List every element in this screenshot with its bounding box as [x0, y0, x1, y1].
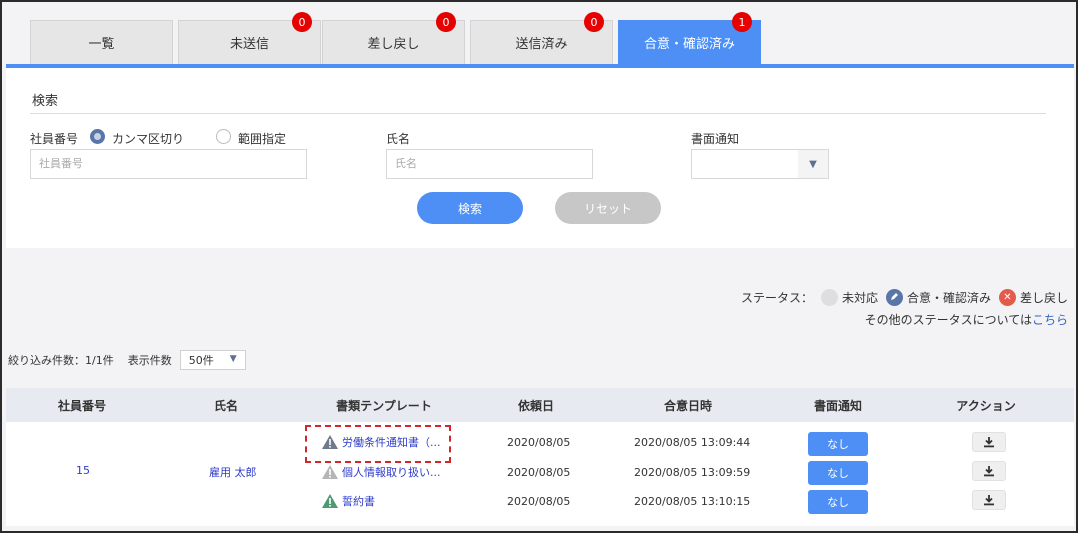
highlight-box — [305, 425, 451, 463]
pencil-check-icon — [885, 288, 903, 306]
table-row: 誓約書 — [322, 493, 375, 509]
result-count: 絞り込み件数：1/1件 — [8, 354, 114, 367]
tab-label: 未送信 — [229, 37, 269, 52]
chevron-down-icon: ▼ — [798, 150, 828, 178]
status-label: ステータス： — [740, 290, 813, 305]
agreed-datetime: 2020/08/05 13:10:15 — [634, 495, 751, 508]
status-note-text: その他のステータスについては — [864, 313, 1032, 327]
column-header: 合意日時 — [663, 398, 712, 413]
radio-range[interactable] — [216, 129, 231, 144]
status-returned: 差し戻し — [1019, 290, 1068, 305]
radio-comma-label: カンマ区切り — [112, 132, 185, 146]
employee-number-input[interactable]: 社員番号 — [30, 149, 307, 179]
tab-label: 送信済み — [515, 37, 568, 52]
document-template-link[interactable]: 誓約書 — [342, 493, 375, 509]
employee-id-link[interactable]: 15 — [76, 464, 90, 477]
download-button[interactable] — [972, 490, 1006, 510]
notice-select[interactable]: ▼ — [691, 149, 829, 179]
tab-agreed[interactable]: 合意・確認済み 1 — [618, 12, 761, 64]
count-badge: 0 — [584, 12, 604, 32]
notice-button[interactable]: なし — [808, 461, 868, 485]
tab-label: 差し戻し — [367, 37, 420, 52]
per-page-value: 50件 — [188, 354, 214, 367]
employee-number-label: 社員番号 — [30, 132, 79, 146]
tab-returned[interactable]: 差し戻し 0 — [322, 12, 465, 64]
column-header: 書面通知 — [813, 398, 862, 413]
column-header: アクション — [956, 398, 1016, 413]
name-label: 氏名 — [386, 132, 411, 146]
tab-label: 一覧 — [88, 37, 115, 52]
column-header: 氏名 — [213, 398, 238, 413]
tab-unsent[interactable]: 未送信 0 — [178, 12, 321, 64]
employee-name-link[interactable]: 雇用 太郎 — [209, 464, 257, 480]
count-badge: 0 — [292, 12, 312, 32]
download-icon — [984, 437, 994, 448]
agreed-datetime: 2020/08/05 13:09:59 — [634, 466, 751, 479]
search-panel: 検索 社員番号 カンマ区切り 範囲指定 社員番号 氏名 氏名 書面通知 ▼ 検索… — [6, 68, 1074, 248]
status-unhandled: 未対応 — [841, 290, 878, 305]
status-help-link[interactable]: こちら — [1032, 313, 1068, 327]
notice-button[interactable]: なし — [808, 432, 868, 456]
radio-comma-separated[interactable] — [90, 129, 105, 144]
request-date: 2020/08/05 — [507, 466, 571, 479]
notice-label: 書面通知 — [691, 132, 740, 146]
status-agreed: 合意・確認済み — [906, 290, 991, 305]
column-header: 書類テンプレート — [336, 398, 432, 413]
chevron-down-icon: ▼ — [229, 354, 237, 364]
count-badge: 0 — [436, 12, 456, 32]
divider — [30, 113, 1046, 114]
warning-icon — [322, 465, 338, 479]
close-icon: ✕ — [998, 288, 1016, 306]
document-template-link[interactable]: 個人情報取り扱い... — [342, 464, 441, 480]
table-body: 15 雇用 太郎 労働条件通知書（... 2020/08/05 2020/08/… — [6, 422, 1074, 526]
per-page-select[interactable]: 50件 ▼ — [179, 350, 246, 370]
table-header: 社員番号 氏名 書類テンプレート 依頼日 合意日時 書面通知 アクション — [6, 388, 1074, 422]
warning-icon — [322, 494, 338, 508]
tab-list[interactable]: 一覧 — [30, 20, 173, 64]
download-icon — [984, 466, 994, 477]
circle-icon — [820, 288, 838, 306]
status-note: その他のステータスについてはこちら — [865, 311, 1068, 328]
column-header: 社員番号 — [57, 398, 106, 413]
per-page-label: 表示件数 — [127, 354, 172, 367]
search-button[interactable]: 検索 — [417, 192, 523, 224]
table-row: 個人情報取り扱い... — [322, 464, 441, 480]
download-button[interactable] — [972, 432, 1006, 452]
download-button[interactable] — [972, 461, 1006, 481]
request-date: 2020/08/05 — [507, 436, 571, 449]
tab-label: 合意・確認済み — [643, 37, 735, 52]
notice-button[interactable]: なし — [808, 490, 868, 514]
agreed-datetime: 2020/08/05 13:09:44 — [634, 436, 751, 449]
result-count-row: 絞り込み件数：1/1件 表示件数 50件 ▼ — [8, 350, 246, 370]
download-icon — [984, 495, 994, 506]
column-header: 依頼日 — [517, 398, 554, 413]
count-badge: 1 — [732, 12, 752, 32]
search-title: 検索 — [32, 94, 59, 109]
app-frame: 一覧 未送信 0 差し戻し 0 送信済み 0 合意・確認済み 1 検索 社員番号… — [0, 0, 1078, 533]
tab-sent[interactable]: 送信済み 0 — [470, 12, 613, 64]
name-input[interactable]: 氏名 — [386, 149, 593, 179]
status-legend: ステータス： 未対応 合意・確認済み ✕ 差し戻し — [741, 288, 1068, 306]
request-date: 2020/08/05 — [507, 495, 571, 508]
reset-button[interactable]: リセット — [555, 192, 661, 224]
radio-range-label: 範囲指定 — [238, 132, 287, 146]
